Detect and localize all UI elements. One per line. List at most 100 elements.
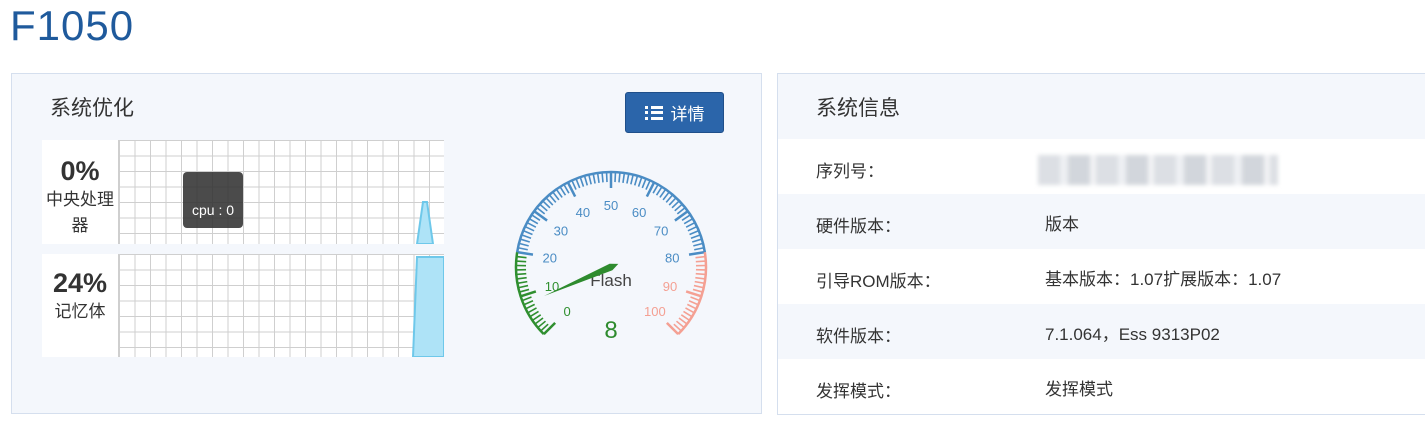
- gauge-minor-tick: [637, 176, 643, 187]
- gauge-minor-tick: [523, 300, 534, 306]
- gauge-minor-tick: [688, 300, 699, 306]
- detail-button-label: 详情: [670, 105, 705, 124]
- gauge-minor-tick: [662, 191, 670, 201]
- info-key: 硬件版本：: [816, 217, 901, 236]
- gauge-minor-tick: [522, 229, 533, 236]
- page-title: F1050: [10, 2, 135, 49]
- gauge-minor-tick: [531, 314, 542, 322]
- info-row-mode: 发挥模式： 发挥模式: [778, 359, 1425, 414]
- gauge-major-tick: [685, 290, 702, 298]
- gauge-minor-tick: [575, 178, 581, 189]
- gauge-minor-tick: [693, 242, 704, 247]
- gauge-minor-tick: [516, 255, 527, 259]
- info-key: 发挥模式：: [816, 382, 901, 401]
- serial-value-redacted: [1038, 155, 1278, 185]
- system-optimization-panel: 系统优化 详情 0% 中央处理器 24% 记忆体 cpu : 0 0 10 20 30…: [11, 73, 762, 414]
- gauge-minor-tick: [552, 191, 560, 201]
- gauge-minor-tick: [694, 246, 705, 251]
- gauge-minor-tick: [655, 186, 663, 196]
- gauge-minor-tick: [690, 234, 701, 239]
- gauge-minor-tick: [583, 175, 589, 186]
- gauge-tick-label: 100: [644, 304, 666, 319]
- detail-button[interactable]: 详情: [625, 92, 724, 133]
- optimization-heading: 系统优化: [50, 97, 134, 120]
- gauge-minor-tick: [687, 225, 698, 232]
- gauge-minor-tick: [527, 307, 537, 314]
- gauge-minor-tick: [692, 238, 703, 243]
- info-value: 发挥模式: [1045, 380, 1113, 399]
- gauge-major-tick: [542, 321, 557, 336]
- gauge-minor-tick: [516, 276, 527, 280]
- gauge-minor-tick: [524, 225, 535, 232]
- gauge-minor-tick: [692, 288, 703, 293]
- gauge-minor-tick: [526, 221, 537, 228]
- gauge-minor-tick: [519, 238, 530, 243]
- gauge-minor-tick: [516, 260, 527, 263]
- gauge-minor-tick: [645, 180, 651, 190]
- gauge-minor-tick: [618, 172, 621, 183]
- info-row-software: 软件版本： 7.1.064，Ess 9313P02: [778, 304, 1425, 359]
- gauge-minor-tick: [596, 172, 600, 183]
- gauge-tick-label: 10: [545, 279, 559, 294]
- gauge-minor-tick: [680, 314, 691, 322]
- info-row-serial: 序列号：: [778, 139, 1425, 194]
- info-row-bootrom: 引导ROM版本： 基本版本：1.07扩展版本：1.07: [778, 249, 1425, 304]
- gauge-minor-tick: [588, 174, 592, 185]
- list-icon: [644, 105, 663, 120]
- gauge-tick-label: 20: [543, 250, 557, 265]
- system-info-panel: 系统信息 序列号： 硬件版本： 版本 引导ROM版本： 基本版本：1.07扩展版…: [777, 73, 1425, 415]
- cpu-label: 中央处理器: [46, 190, 114, 235]
- gauge-minor-tick: [685, 307, 695, 314]
- info-value: 版本: [1045, 215, 1079, 234]
- gauge-value: 8: [604, 317, 617, 340]
- gauge-minor-tick: [686, 303, 697, 310]
- gauge-major-tick: [665, 321, 680, 336]
- gauge-minor-tick: [529, 310, 539, 318]
- gauge-minor-tick: [694, 280, 705, 285]
- gauge-minor-tick: [652, 184, 659, 194]
- info-row-hardware: 硬件版本： 版本: [778, 194, 1425, 249]
- memory-percent: 24%: [52, 268, 108, 298]
- gauge-minor-tick: [563, 184, 570, 194]
- gauge-minor-tick: [571, 180, 577, 190]
- memory-usage-area: [411, 256, 444, 357]
- gauge-minor-tick: [695, 255, 706, 259]
- gauge-tick-labels: 0 10 20 30 40 50 60 70 80 90 100: [543, 198, 680, 319]
- info-key: 序列号：: [816, 162, 884, 181]
- cpu-metric: 0% 中央处理器: [42, 140, 118, 244]
- cpu-usage-line: [415, 201, 435, 244]
- gauge-minor-tick: [641, 178, 647, 189]
- memory-metric: 24% 记忆体: [42, 254, 118, 357]
- gauge-minor-tick: [633, 175, 639, 186]
- memory-chart[interactable]: [118, 254, 444, 357]
- memory-label: 记忆体: [54, 302, 106, 321]
- gauge-minor-tick: [685, 221, 696, 228]
- gauge-tick-label: 60: [632, 205, 646, 220]
- gauge-minor-tick: [516, 272, 527, 276]
- gauge-minor-tick: [521, 234, 532, 239]
- info-heading: 系统信息: [816, 97, 900, 120]
- gauge-minor-tick: [630, 174, 634, 185]
- gauge-minor-tick: [517, 246, 528, 251]
- gauge-minor-tick: [518, 284, 529, 289]
- cpu-chart[interactable]: [118, 140, 444, 244]
- gauge-minor-tick: [690, 296, 701, 302]
- gauge-minor-tick: [695, 260, 706, 263]
- gauge-minor-tick: [622, 172, 626, 183]
- gauge-major-tick: [516, 250, 534, 256]
- gauge-minor-tick: [683, 310, 693, 318]
- gauge-minor-tick: [659, 188, 667, 198]
- gauge-minor-tick: [592, 173, 596, 184]
- gauge-tick-label: 40: [576, 205, 590, 220]
- gauge-tick-label: 50: [604, 198, 618, 213]
- gauge-minor-tick: [626, 173, 630, 184]
- gauge-minor-tick: [689, 229, 700, 236]
- gauge-tick-label: 70: [654, 224, 668, 239]
- gauge-minor-tick: [559, 186, 567, 196]
- gauge-major-tick: [533, 210, 548, 222]
- gauge-minor-tick: [518, 242, 529, 247]
- info-key: 引导ROM版本：: [816, 272, 941, 291]
- gauge-minor-tick: [678, 317, 688, 325]
- flash-gauge: 010203040 50 60708090100 Flash 8: [514, 170, 708, 340]
- gauge-minor-tick: [683, 217, 694, 225]
